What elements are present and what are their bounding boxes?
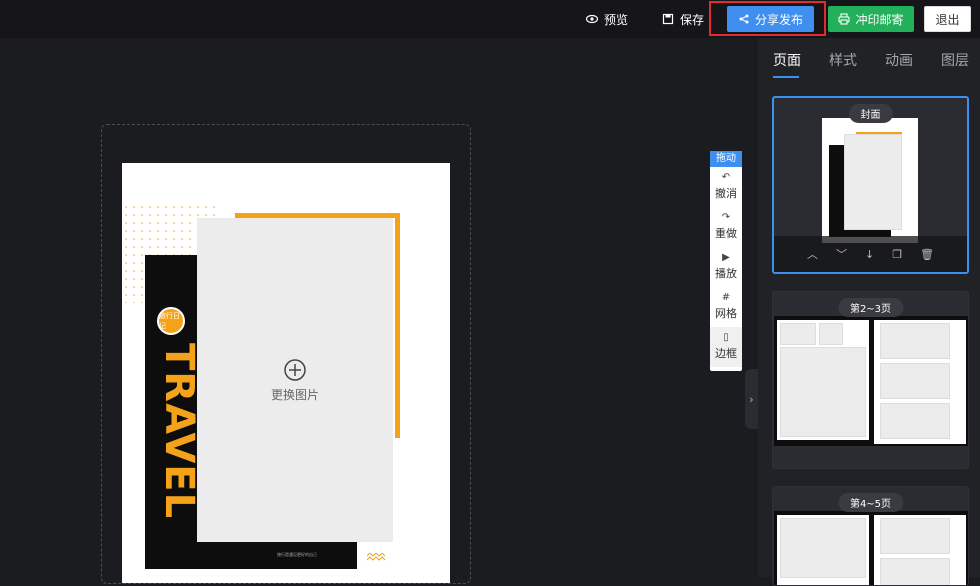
- exit-label: 退出: [935, 12, 960, 27]
- thumb-photo: [819, 323, 843, 345]
- move-bottom-icon[interactable]: ↓: [865, 248, 874, 261]
- eye-icon: [586, 14, 598, 24]
- thumb-photo: [780, 323, 816, 345]
- save-button[interactable]: 保存: [662, 0, 704, 38]
- travel-wrap: TRAVEL: [156, 343, 202, 520]
- print-label: 冲印邮寄: [855, 12, 904, 27]
- grid-label: 网格: [715, 307, 737, 320]
- thumb-photo: [780, 347, 866, 437]
- card-label: 第4~5页: [837, 493, 904, 512]
- border-label: 边框: [715, 347, 737, 360]
- card-label: 封面: [848, 104, 893, 123]
- tab-animation[interactable]: 动画: [885, 50, 913, 70]
- page-card-4-5[interactable]: 第4~5页: [772, 486, 969, 586]
- thumb-photo: [780, 518, 866, 578]
- border-icon: ▯: [723, 332, 729, 343]
- card-label: 第2~3页: [837, 298, 904, 317]
- chevron-right-icon: ›: [749, 392, 754, 406]
- edit-toolbox: 拖动 ↶ 撤消 ↷ 重做 ▶ 播放 # 网格 ▯ 边框: [710, 151, 742, 371]
- spread-right-page: [874, 320, 966, 444]
- tab-pages[interactable]: 页面: [773, 50, 801, 70]
- page-card-2-3[interactable]: 第2~3页: [772, 291, 969, 469]
- grid-icon: #: [721, 292, 731, 303]
- panel-tabs: 页面 样式 动画 图层: [758, 38, 980, 80]
- spread-thumbnail: [774, 316, 968, 446]
- collapse-panel-button[interactable]: ›: [745, 369, 758, 429]
- thumb-photo: [844, 134, 902, 230]
- redo-tool[interactable]: ↷ 重做: [710, 207, 742, 247]
- undo-icon: ↶: [721, 172, 731, 183]
- spread-left-page: [777, 515, 869, 585]
- print-mail-button[interactable]: 冲印邮寄: [828, 6, 914, 32]
- spread-right-page: [874, 515, 966, 585]
- preview-label: 预览: [604, 12, 629, 27]
- zigzag-decoration: [367, 553, 386, 561]
- travel-badge: 旅行日记: [157, 307, 185, 335]
- spread-left-page: [777, 320, 869, 440]
- active-tab-indicator: [773, 76, 799, 78]
- save-label: 保存: [680, 12, 705, 27]
- tab-style[interactable]: 样式: [829, 50, 857, 70]
- add-circle-icon: [284, 358, 306, 381]
- photo-placeholder[interactable]: 更换图片: [197, 218, 393, 542]
- drag-handle[interactable]: 拖动: [710, 151, 742, 167]
- caption-text: 旅行是遇见更好的自己: [277, 552, 317, 557]
- tab-layers[interactable]: 图层: [941, 50, 969, 70]
- redo-label: 重做: [715, 227, 737, 240]
- thumb-photo: [880, 558, 950, 585]
- save-icon: [662, 13, 674, 25]
- top-bar: 预览 保存 分享发布 冲印邮寄 退出: [0, 0, 980, 38]
- cover-page: 更换图片 旅行日记 TRAVEL 旅行是遇见更好的自己: [122, 163, 450, 583]
- play-icon: ▶: [722, 252, 730, 263]
- thumb-photo: [880, 518, 950, 554]
- travel-title: TRAVEL: [156, 343, 202, 520]
- move-down-icon[interactable]: ﹀: [836, 246, 847, 262]
- printer-icon: [838, 13, 851, 25]
- play-label: 播放: [715, 267, 737, 280]
- cover-thumbnail: [822, 118, 918, 243]
- thumb-photo: [880, 403, 950, 439]
- photo-placeholder-label: 更换图片: [270, 387, 319, 402]
- undo-label: 撤消: [715, 187, 737, 200]
- move-up-icon[interactable]: ︿: [807, 246, 818, 262]
- thumb-photo: [880, 363, 950, 399]
- spread-thumbnail: [774, 511, 968, 585]
- grid-tool[interactable]: # 网格: [710, 287, 742, 327]
- redo-icon: ↷: [721, 212, 731, 223]
- preview-button[interactable]: 预览: [586, 0, 628, 38]
- card-actions: ︿ ﹀ ↓ ❐ 🗑: [774, 236, 967, 272]
- thumb-photo: [880, 323, 950, 359]
- right-panel: 页面 样式 动画 图层 封面 ︿ ﹀ ↓ ❐ 🗑 第2~3页 第4~5页: [758, 38, 980, 586]
- page-card-cover[interactable]: 封面 ︿ ﹀ ↓ ❐ 🗑: [772, 96, 969, 274]
- highlight-box: [709, 1, 826, 36]
- exit-button[interactable]: 退出: [924, 6, 971, 32]
- play-tool[interactable]: ▶ 播放: [710, 247, 742, 287]
- undo-tool[interactable]: ↶ 撤消: [710, 167, 742, 207]
- delete-icon[interactable]: 🗑: [920, 248, 934, 261]
- border-tool[interactable]: ▯ 边框: [710, 327, 742, 367]
- copy-icon[interactable]: ❐: [892, 248, 902, 261]
